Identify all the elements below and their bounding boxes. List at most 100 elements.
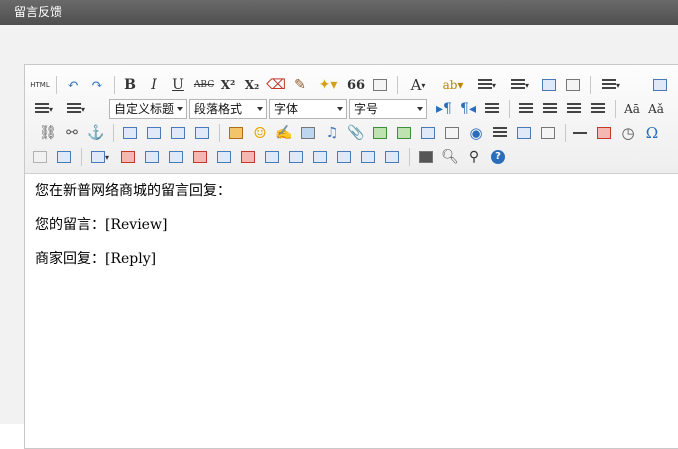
help-icon[interactable]: ?: [489, 147, 507, 167]
preview-icon[interactable]: [651, 75, 669, 95]
auto-format-icon[interactable]: ✦▾: [315, 75, 341, 95]
lowercase-icon[interactable]: Aǎ: [647, 99, 665, 119]
anchor-icon[interactable]: ⚓: [87, 123, 105, 143]
superscript-button[interactable]: X²: [219, 75, 237, 95]
eraser-icon[interactable]: ⌫: [266, 75, 286, 95]
page-break-icon[interactable]: [491, 123, 509, 143]
split-cols-icon[interactable]: [383, 147, 401, 167]
merge-cells-icon[interactable]: [263, 147, 281, 167]
image-center-icon[interactable]: [193, 123, 211, 143]
map-icon[interactable]: [395, 123, 413, 143]
editor-content[interactable]: 您在新普网络商城的留言回复： 您的留言：[Review] 商家回复：[Reply…: [25, 174, 678, 276]
search-replace-icon[interactable]: ⚲: [465, 147, 483, 167]
image-right-icon[interactable]: [169, 123, 187, 143]
new-document-icon[interactable]: [564, 75, 582, 95]
content-line: 您在新普网络商城的留言回复：: [35, 183, 231, 199]
undo-icon[interactable]: ↶: [65, 75, 81, 95]
toolbar-separator: [509, 100, 510, 118]
insert-table-icon[interactable]: ▾: [87, 147, 113, 167]
toolbar-separator: [565, 124, 566, 142]
align-justify-icon[interactable]: [589, 99, 607, 119]
toolbar-separator: [409, 148, 410, 166]
special-char-icon[interactable]: Ω: [643, 123, 661, 143]
preview-zoom-icon[interactable]: 🔍︎: [441, 147, 459, 167]
time-icon[interactable]: ◷: [619, 123, 637, 143]
rtl-direction-icon[interactable]: ¶◂: [459, 99, 477, 119]
horizontal-rule-icon[interactable]: [571, 123, 589, 143]
toolbar-separator: [219, 124, 220, 142]
delete-table-icon[interactable]: [119, 147, 137, 167]
font-size-select[interactable]: 字号: [349, 99, 427, 119]
title-bar: 留言反馈: [0, 0, 678, 25]
align-right-icon[interactable]: [565, 99, 583, 119]
content-line: 您的留言：[Review]: [35, 217, 168, 233]
custom-heading-select[interactable]: 自定义标题: [109, 99, 187, 119]
highlight-color-icon[interactable]: ab▾: [438, 75, 468, 95]
unordered-list-icon[interactable]: ▾: [507, 75, 533, 95]
ltr-direction-icon[interactable]: ▸¶: [435, 99, 453, 119]
editor-toolbar: HTML ↶ ↷ B I U ABC X² X₂ ⌫ ✎ ✦▾ 66 A ▾ ab…: [25, 65, 678, 174]
wordimage-icon[interactable]: [31, 147, 49, 167]
align-left-icon[interactable]: [517, 99, 535, 119]
align-center-icon[interactable]: [541, 99, 559, 119]
row-spacing-icon[interactable]: ▾: [63, 99, 89, 119]
strikethrough-button[interactable]: ABC: [194, 75, 214, 95]
scrawl-icon[interactable]: ✍: [275, 123, 293, 143]
image-manager-icon[interactable]: [371, 123, 389, 143]
toolbar-separator: [114, 76, 115, 94]
rich-text-editor[interactable]: HTML ↶ ↷ B I U ABC X² X₂ ⌫ ✎ ✦▾ 66 A ▾ ab…: [24, 64, 678, 449]
insert-row-icon[interactable]: [167, 147, 185, 167]
delete-row-icon[interactable]: [191, 147, 209, 167]
insert-para-before-table-icon[interactable]: [143, 147, 161, 167]
toolbar-separator: [615, 100, 616, 118]
insert-frame-icon[interactable]: [443, 123, 461, 143]
background-icon[interactable]: [515, 123, 533, 143]
underline-button[interactable]: U: [170, 75, 186, 95]
line-height-icon[interactable]: ▾: [598, 75, 624, 95]
split-rows-icon[interactable]: [359, 147, 377, 167]
emoticon-icon[interactable]: ☺: [251, 123, 269, 143]
redo-icon[interactable]: ↷: [89, 75, 105, 95]
web-app-icon[interactable]: ◉: [467, 123, 485, 143]
font-color-button[interactable]: A ▾: [405, 75, 431, 95]
image-none-icon[interactable]: [121, 123, 139, 143]
template-icon[interactable]: [539, 123, 557, 143]
reply-placeholder: [Reply]: [105, 251, 157, 267]
toolbar-separator: [397, 76, 398, 94]
split-cells-icon[interactable]: [335, 147, 353, 167]
print-icon[interactable]: [417, 147, 435, 167]
merge-right-icon[interactable]: [287, 147, 305, 167]
content-line: 商家回复：[Reply]: [35, 251, 157, 267]
paragraph-spacing-icon[interactable]: ▾: [31, 99, 57, 119]
bold-button[interactable]: B: [122, 75, 138, 95]
gmap-icon[interactable]: [419, 123, 437, 143]
paste-plain-icon[interactable]: [371, 75, 389, 95]
review-placeholder: [Review]: [105, 217, 168, 233]
insert-image-icon[interactable]: [227, 123, 245, 143]
html-source-button[interactable]: HTML: [29, 75, 51, 95]
blockquote-button[interactable]: 66: [347, 75, 365, 95]
merge-down-icon[interactable]: [311, 147, 329, 167]
insert-col-icon[interactable]: [215, 147, 233, 167]
paragraph-format-select[interactable]: 段落格式: [189, 99, 267, 119]
italic-button[interactable]: I: [146, 75, 162, 95]
format-brush-icon[interactable]: ✎: [291, 75, 309, 95]
window-title: 留言反馈: [14, 5, 63, 19]
delete-col-icon[interactable]: [239, 147, 257, 167]
music-icon[interactable]: ♫: [323, 123, 341, 143]
select-all-icon[interactable]: [540, 75, 558, 95]
toolbar-separator: [81, 148, 82, 166]
uppercase-icon[interactable]: Aā: [623, 99, 641, 119]
image-left-icon[interactable]: [145, 123, 163, 143]
paste-word-icon[interactable]: [55, 147, 73, 167]
subscript-button[interactable]: X₂: [243, 75, 261, 95]
unlink-icon[interactable]: ⚯: [63, 123, 81, 143]
date-icon[interactable]: [595, 123, 613, 143]
insert-video-icon[interactable]: [299, 123, 317, 143]
attachment-icon[interactable]: 📎: [347, 123, 365, 143]
indent-icon[interactable]: [483, 99, 501, 119]
font-family-select[interactable]: 字体: [269, 99, 347, 119]
link-icon[interactable]: ⛓: [39, 123, 57, 143]
editor-panel: HTML ↶ ↷ B I U ABC X² X₂ ⌫ ✎ ✦▾ 66 A ▾ ab…: [0, 25, 678, 449]
ordered-list-icon[interactable]: ▾: [474, 75, 500, 95]
